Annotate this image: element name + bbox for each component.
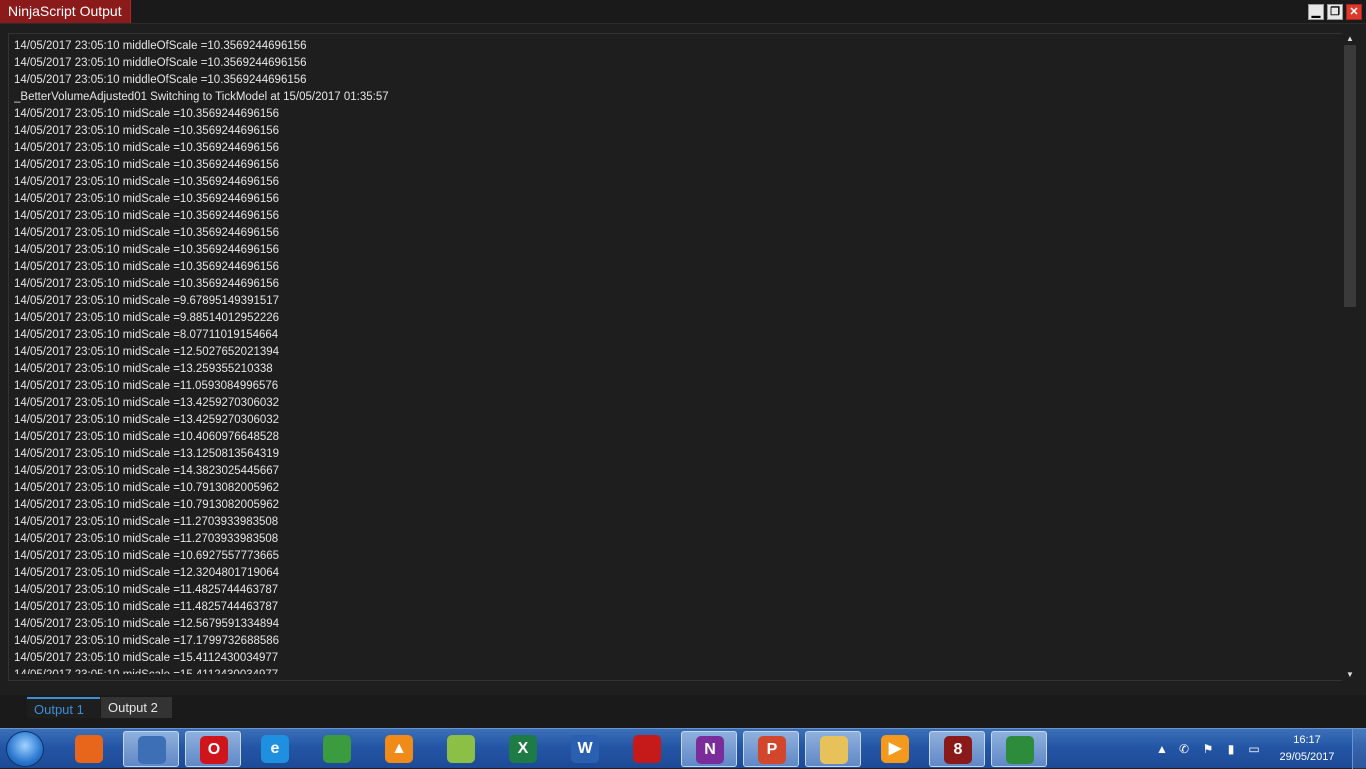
output-line: 14/05/2017 23:05:10 middleOfScale =10.35… [14,40,307,52]
excel-icon: X [509,735,537,763]
notepad-icon [447,735,475,763]
taskbar-button[interactable] [991,731,1047,767]
output-line: 14/05/2017 23:05:10 midScale =10.3569244… [14,142,280,154]
media-player-icon: ▶ [881,735,909,763]
output-line: 14/05/2017 23:05:10 midScale =10.3569244… [14,210,280,222]
restore-button[interactable]: ❐ [1327,4,1343,20]
power-icon[interactable]: ▮ [1223,741,1239,757]
clock-time[interactable]: 16:17 [1272,734,1342,746]
output-panel[interactable]: 14/05/2017 23:05:10 middleOfScale =10.35… [8,33,1358,681]
output-line: 14/05/2017 23:05:10 midScale =10.4060976… [14,431,280,443]
output-line: 14/05/2017 23:05:10 midScale =10.3569244… [14,193,280,205]
output-line: 14/05/2017 23:05:10 midScale =10.3569244… [14,278,280,290]
output-tabs: Output 1 Output 2 [0,695,1366,728]
output-line: 14/05/2017 23:05:10 midScale =13.4259270… [14,414,280,426]
scroll-up-arrow-icon[interactable]: ▲ [1342,33,1358,45]
output-line: 14/05/2017 23:05:10 midScale =13.1250813… [14,448,280,460]
show-desktop-button[interactable] [1352,729,1366,769]
output-line: 14/05/2017 23:05:10 midScale =10.3569244… [14,159,280,171]
taskbar-button[interactable] [805,731,861,767]
output-line: 14/05/2017 23:05:10 midScale =11.2703933… [14,516,279,528]
tab-output-1[interactable]: Output 1 [27,697,100,718]
taskbar-button[interactable]: N [681,731,737,767]
vertical-scrollbar[interactable]: ▲ ▼ [1342,33,1358,681]
output-line: 14/05/2017 23:05:10 midScale =13.4259270… [14,397,280,409]
ninjatrader-icon: 8 [944,736,972,764]
output-line: 14/05/2017 23:05:10 midScale =13.2593552… [14,363,273,375]
output-line: 14/05/2017 23:05:10 midScale =10.3569244… [14,227,280,239]
start-button[interactable] [6,731,44,767]
output-text-area[interactable]: 14/05/2017 23:05:10 middleOfScale =10.35… [14,38,1334,674]
thunderbird-icon [138,736,166,764]
close-button[interactable]: ✕ [1346,4,1362,20]
output-line: 14/05/2017 23:05:10 midScale =10.7913082… [14,499,280,511]
output-line: 14/05/2017 23:05:10 midScale =10.3569244… [14,176,280,188]
output-line: 14/05/2017 23:05:10 midScale =11.4825744… [14,601,279,613]
vlc-icon: ▲ [385,735,413,763]
opera-icon: O [200,736,228,764]
output-line: 14/05/2017 23:05:10 middleOfScale =10.35… [14,57,307,69]
taskbar-button[interactable]: X [495,731,551,767]
output-line: 14/05/2017 23:05:10 midScale =10.6927557… [14,550,280,562]
scroll-thumb[interactable] [1344,45,1356,307]
output-line: 14/05/2017 23:05:10 midScale =8.07711019… [14,329,279,341]
output-line: _BetterVolumeAdjusted01 Switching to Tic… [14,91,389,103]
taskbar-button[interactable] [123,731,179,767]
monitor-app-icon [1006,736,1034,764]
taskbar-button[interactable] [309,731,365,767]
output-line: 14/05/2017 23:05:10 midScale =11.4825744… [14,584,279,596]
firefox-icon [75,735,103,763]
scroll-down-arrow-icon[interactable]: ▼ [1342,669,1358,681]
taskbar-button[interactable]: O [185,731,241,767]
display-icon[interactable]: ▭ [1246,741,1262,757]
output-line: 14/05/2017 23:05:10 midScale =9.88514012… [14,312,280,324]
output-line: 14/05/2017 23:05:10 middleOfScale =10.35… [14,74,307,86]
output-line: 14/05/2017 23:05:10 midScale =15.4112430… [14,667,1334,674]
word-icon: W [571,735,599,763]
internet-explorer-icon: e [261,735,289,763]
output-line: 14/05/2017 23:05:10 midScale =10.3569244… [14,125,280,137]
taskbar-button[interactable]: 8 [929,731,985,767]
output-line: 14/05/2017 23:05:10 midScale =9.67895149… [14,295,280,307]
network-icon[interactable]: ✆ [1176,741,1192,757]
taskbar: Oe ▲ X W N P ▶ 8 ▲ ✆ ⚑ ▮ ▭ 16:17 29/05/2017 [0,728,1366,769]
flag-icon[interactable]: ⚑ [1200,741,1216,757]
output-line: 14/05/2017 23:05:10 midScale =11.0593084… [14,380,279,392]
title-bar: NinjaScript Output ▁ ❐ ✕ [0,0,1366,24]
onenote-icon: N [696,736,724,764]
taskbar-button[interactable] [61,731,117,767]
minimize-button[interactable]: ▁ [1308,4,1324,20]
taskbar-button[interactable]: ▶ [867,731,923,767]
output-line: 14/05/2017 23:05:10 midScale =12.5679591… [14,618,280,630]
taskbar-button[interactable]: P [743,731,799,767]
taskbar-button[interactable]: W [557,731,613,767]
output-line: 14/05/2017 23:05:10 midScale =10.3569244… [14,261,280,273]
tab-output-2[interactable]: Output 2 [101,697,172,718]
clock-date[interactable]: 29/05/2017 [1272,751,1342,763]
taskbar-button[interactable]: ▲ [371,731,427,767]
acrobat-icon [633,735,661,763]
output-line: 14/05/2017 23:05:10 midScale =12.3204801… [14,567,280,579]
file-explorer-icon [820,736,848,764]
output-line: 14/05/2017 23:05:10 midScale =10.7913082… [14,482,280,494]
taskbar-button[interactable] [619,731,675,767]
chrome-icon [323,735,351,763]
output-line: 14/05/2017 23:05:10 midScale =15.4112430… [14,652,279,664]
window-title: NinjaScript Output [0,0,131,23]
chevron-up-icon[interactable]: ▲ [1154,741,1170,757]
taskbar-button[interactable]: e [247,731,303,767]
output-line: 14/05/2017 23:05:10 midScale =12.5027652… [14,346,280,358]
output-line: 14/05/2017 23:05:10 midScale =10.3569244… [14,244,280,256]
powerpoint-icon: P [758,736,786,764]
output-line: 14/05/2017 23:05:10 midScale =11.2703933… [14,533,279,545]
output-line: 14/05/2017 23:05:10 midScale =10.3569244… [14,108,280,120]
output-line: 14/05/2017 23:05:10 midScale =17.1799732… [14,635,280,647]
taskbar-button[interactable] [433,731,489,767]
output-line: 14/05/2017 23:05:10 midScale =14.3823025… [14,465,280,477]
